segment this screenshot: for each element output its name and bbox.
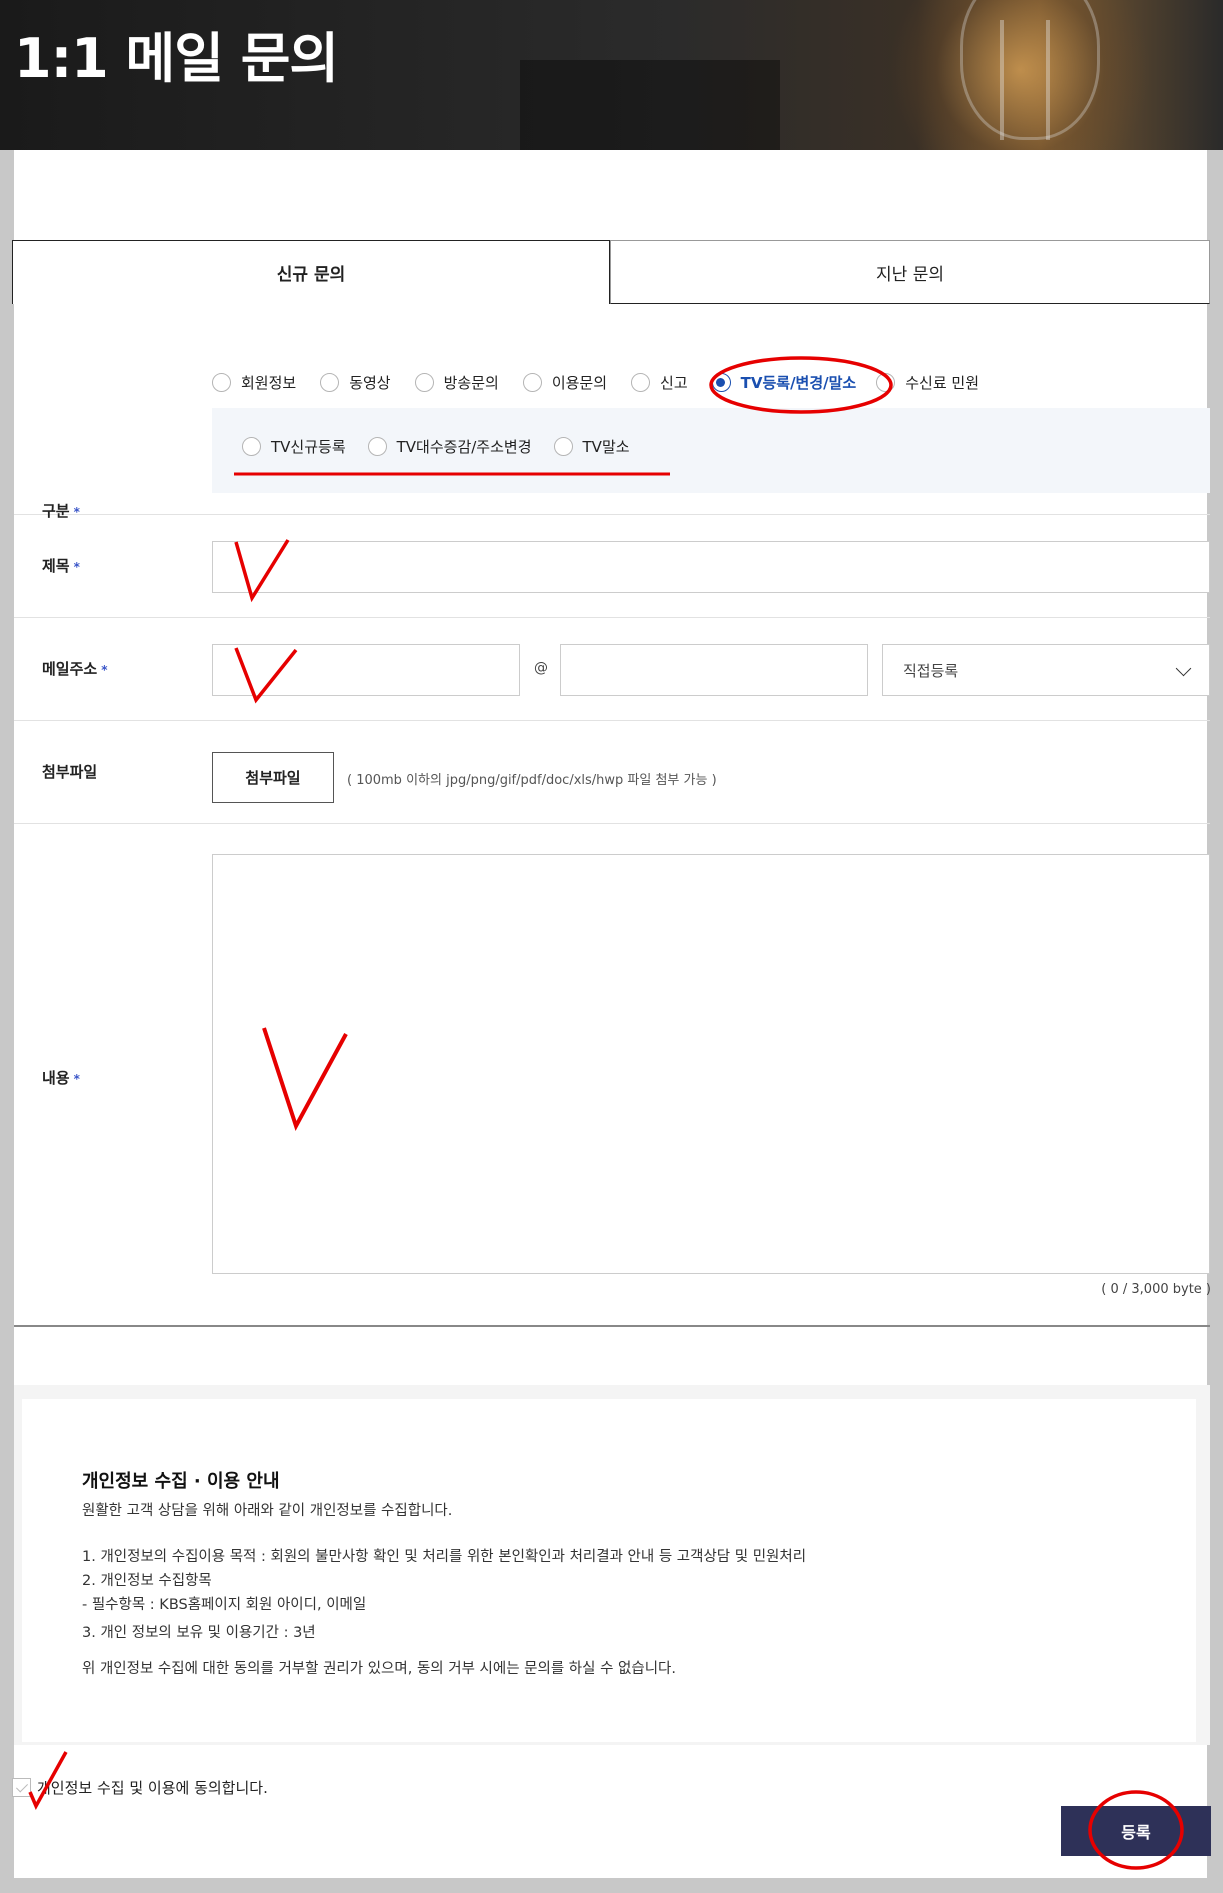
radio-circle (553, 437, 573, 456)
email-domain-select-value: 직접등록 (903, 661, 959, 680)
subject-input[interactable] (212, 541, 1210, 593)
radio-circle (367, 437, 387, 456)
byte-counter: ( 0 / 3,000 byte ) (1101, 1282, 1211, 1297)
radio-label: 수신료 민원 (905, 374, 980, 392)
radio-license-fee[interactable]: 수신료 민원 (876, 372, 979, 393)
privacy-title: 개인정보 수집 · 이용 안내 (82, 1471, 280, 1492)
radio-label: 방송문의 (443, 374, 499, 392)
attachment-label: 첨부파일 (42, 763, 98, 781)
content-label-text: 내용 (42, 1069, 70, 1087)
tv-sub-radio-group: TV신규등록 TV대수증감/주소변경 TV말소 (242, 436, 630, 457)
radio-tv-registration[interactable]: TV등록/변경/말소 (711, 372, 857, 393)
radio-label: TV말소 (582, 438, 630, 456)
email-local-input[interactable] (212, 644, 520, 696)
subject-label: 제목 * (42, 555, 80, 576)
required-mark: * (73, 560, 80, 574)
privacy-item-1: 1. 개인정보의 수집이용 목적 : 회원의 불만사항 확인 및 처리를 위한 … (82, 1549, 807, 1565)
banner-background-shape (520, 60, 780, 150)
radio-tv-new[interactable]: TV신규등록 (242, 436, 346, 457)
category-radio-group: 회원정보 동영상 방송문의 이용문의 신고 TV등록/변경/말소 수신료 민원 (212, 372, 979, 393)
radio-circle (876, 373, 896, 392)
radio-circle (711, 373, 731, 392)
privacy-item-2-sub: - 필수항목 : KBS홈페이지 회원 아이디, 이메일 (82, 1597, 367, 1613)
attach-file-button[interactable]: 첨부파일 (212, 752, 334, 803)
tab-new-inquiry[interactable]: 신규 문의 (12, 240, 610, 304)
radio-video[interactable]: 동영상 (320, 372, 391, 393)
radio-report[interactable]: 신고 (631, 372, 688, 393)
checkbox-icon (12, 1778, 31, 1797)
radio-circle (631, 373, 651, 392)
email-label: 메일주소 * (42, 658, 107, 679)
radio-label: 이용문의 (551, 374, 608, 392)
content-label: 내용 * (42, 1067, 80, 1088)
email-domain-input[interactable] (560, 644, 868, 696)
submit-button[interactable]: 등록 (1061, 1806, 1211, 1856)
tv-sub-options-box: TV신규등록 TV대수증감/주소변경 TV말소 (212, 408, 1210, 493)
inquiry-tabs: 신규 문의 지난 문의 (12, 240, 1210, 304)
radio-label: TV등록/변경/말소 (740, 374, 857, 392)
subject-label-text: 제목 (42, 557, 70, 575)
radio-label: 신고 (660, 374, 688, 392)
required-mark: * (101, 663, 108, 677)
radio-label: 동영상 (349, 374, 391, 392)
email-at-sign: @ (534, 660, 548, 676)
attachment-help-text: ( 100mb 이하의 jpg/png/gif/pdf/doc/xls/hwp … (347, 773, 717, 788)
subject-row: 제목 * (14, 515, 1210, 618)
privacy-agree-checkbox[interactable]: 개인정보 수집 및 이용에 동의합니다. (12, 1777, 268, 1798)
privacy-intro: 원활한 고객 상담을 위해 아래와 같이 개인정보를 수집합니다. (82, 1503, 453, 1519)
form-divider (14, 1325, 1210, 1327)
radio-circle (522, 373, 542, 392)
radio-tv-change[interactable]: TV대수증감/주소변경 (367, 436, 532, 457)
radio-usage[interactable]: 이용문의 (522, 372, 608, 393)
radio-member-info[interactable]: 회원정보 (212, 372, 296, 393)
email-label-text: 메일주소 (42, 660, 98, 678)
page-banner: 1:1 메일 문의 (0, 0, 1223, 150)
privacy-box: 개인정보 수집 · 이용 안내 원활한 고객 상담을 위해 아래와 같이 개인정… (22, 1399, 1196, 1742)
email-row: 메일주소 * @ 직접등록 (14, 618, 1210, 721)
privacy-agree-label: 개인정보 수집 및 이용에 동의합니다. (37, 1779, 268, 1797)
radio-circle (242, 437, 261, 456)
required-mark: * (73, 1072, 80, 1086)
page-title: 1:1 메일 문의 (14, 27, 339, 90)
chevron-down-icon (1175, 660, 1192, 677)
content-textarea[interactable] (212, 854, 1210, 1274)
light-bulb-filament-icon (1000, 20, 1050, 140)
radio-label: TV대수증감/주소변경 (396, 438, 532, 456)
main-content: 신규 문의 지난 문의 구분 * 회원정보 동영상 방송문의 이용문의 신고 TV… (12, 150, 1211, 1878)
privacy-notice: 위 개인정보 수집에 대한 동의를 거부할 권리가 있으며, 동의 거부 시에는… (82, 1661, 677, 1677)
radio-circle (212, 373, 231, 392)
radio-label: TV신규등록 (271, 438, 346, 456)
radio-circle (320, 373, 340, 392)
radio-circle (414, 373, 434, 392)
tab-past-inquiry[interactable]: 지난 문의 (610, 240, 1210, 304)
radio-broadcast[interactable]: 방송문의 (414, 372, 499, 393)
privacy-item-3: 3. 개인 정보의 보유 및 이용기간 : 3년 (82, 1625, 316, 1641)
privacy-item-2: 2. 개인정보 수집항목 (82, 1573, 212, 1589)
privacy-section: 개인정보 수집 · 이용 안내 원활한 고객 상담을 위해 아래와 같이 개인정… (14, 1385, 1210, 1745)
radio-tv-cancel[interactable]: TV말소 (553, 436, 630, 457)
email-domain-select[interactable]: 직접등록 (882, 644, 1210, 696)
radio-label: 회원정보 (241, 374, 297, 392)
